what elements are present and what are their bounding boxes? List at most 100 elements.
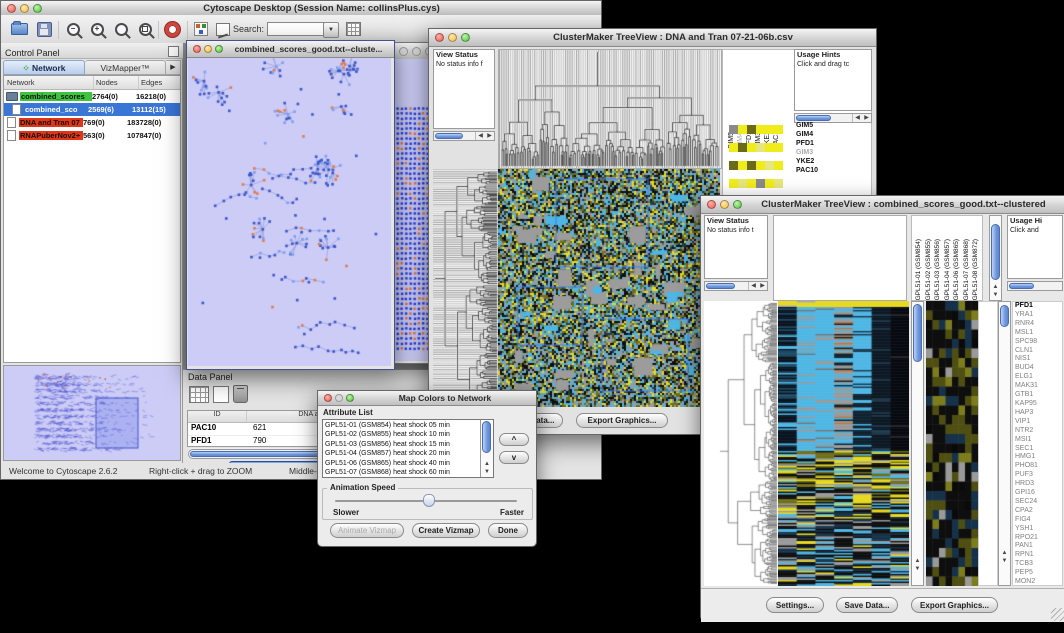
- minimize-icon[interactable]: [204, 45, 212, 53]
- tab-network[interactable]: ⁘ Network: [3, 60, 85, 75]
- id-header[interactable]: ID: [188, 411, 247, 422]
- array-label[interactable]: GPL51-08 (GSM872): [971, 239, 981, 300]
- vscroll-thumb[interactable]: [913, 304, 922, 362]
- minimize-icon[interactable]: [412, 47, 421, 56]
- scroll-right-icon[interactable]: ▶: [862, 114, 871, 122]
- gene-list-item[interactable]: SEC1: [1015, 445, 1062, 454]
- create-vizmap-button[interactable]: Create Vizmap: [412, 523, 480, 538]
- help-lifering-icon[interactable]: [162, 19, 182, 39]
- overview-canvas[interactable]: [4, 366, 180, 460]
- gene-list-item[interactable]: PEP5: [1015, 569, 1062, 578]
- close-icon[interactable]: [7, 4, 16, 13]
- array-label[interactable]: GPL51-06 (GSM865): [952, 239, 962, 300]
- treeview2-titlebar[interactable]: ClusterMaker TreeView : combined_scores_…: [701, 196, 1064, 214]
- scroll-down-icon[interactable]: ▼: [912, 565, 923, 573]
- gene-label[interactable]: GIM3: [796, 148, 818, 157]
- scroll-up-icon[interactable]: ▲: [999, 549, 1010, 557]
- plugin-manager-icon[interactable]: [191, 19, 211, 39]
- attribute-list-item[interactable]: GPL51-03 (GSM856) heat shock 15 min: [325, 440, 491, 449]
- tab-vizmapper[interactable]: VizMapper™: [85, 60, 166, 75]
- array-label[interactable]: GPL51-03 (GSM856): [933, 239, 943, 300]
- tv2-heatmap[interactable]: [778, 301, 909, 586]
- zoom-selected-icon[interactable]: [135, 19, 155, 39]
- gene-list-item[interactable]: YRA1: [1015, 311, 1062, 320]
- dialog-titlebar[interactable]: Map Colors to Network: [318, 391, 536, 406]
- gene-list-item[interactable]: RPO21: [1015, 534, 1062, 543]
- attribute-list-item[interactable]: GPL51-04 (GSM857) heat shock 20 min: [325, 449, 491, 458]
- zoom-window-icon[interactable]: [215, 45, 223, 53]
- attr-select-icon[interactable]: [189, 386, 209, 403]
- minimize-icon[interactable]: [720, 200, 729, 209]
- tv1-status-hscrollbar[interactable]: ◀▶: [433, 131, 495, 141]
- resize-grip[interactable]: [1051, 608, 1064, 621]
- network-table-row[interactable]: combined_scores2764(0)16218(0): [4, 90, 180, 103]
- gene-list-item[interactable]: TCB3: [1015, 560, 1062, 569]
- gene-list-item[interactable]: HRD3: [1015, 480, 1062, 489]
- vscroll-thumb[interactable]: [991, 224, 1000, 280]
- tv2-genelist-vscrollbar[interactable]: ▲ ▼: [998, 301, 1011, 586]
- tv2-export-graphics-button[interactable]: Export Graphics...: [911, 597, 998, 613]
- close-icon[interactable]: [193, 45, 201, 53]
- tv2-heatmap-vscrollbar[interactable]: ▲ ▼: [911, 301, 924, 586]
- network-table-row[interactable]: RNAPuberNov2+563(0)107847(0): [4, 129, 180, 142]
- gene-list-item[interactable]: RNR4: [1015, 320, 1062, 329]
- scroll-down-icon[interactable]: ▼: [999, 557, 1010, 565]
- tv1-heatmap[interactable]: [498, 169, 720, 407]
- zoom-window-icon[interactable]: [346, 394, 354, 402]
- move-down-button[interactable]: v: [499, 451, 529, 464]
- gene-list-item[interactable]: NTR2: [1015, 427, 1062, 436]
- col-edges[interactable]: Edges: [139, 76, 180, 89]
- search-dropdown-arrow-icon[interactable]: ▼: [323, 22, 339, 38]
- float-panel-icon[interactable]: [168, 46, 179, 57]
- treeview1-titlebar[interactable]: ClusterMaker TreeView : DNA and Tran 07-…: [429, 29, 876, 47]
- gene-list-item[interactable]: MSI1: [1015, 436, 1062, 445]
- gene-list-item[interactable]: SPC98: [1015, 338, 1062, 347]
- attribute-list-item[interactable]: GPL51-02 (GSM855) heat shock 10 min: [325, 430, 491, 439]
- gene-list-item[interactable]: FIG4: [1015, 516, 1062, 525]
- network1-titlebar[interactable]: combined_scores_good.txt--cluste...: [187, 41, 394, 58]
- attribute-list-item[interactable]: GPL51-07 (GSM868) heat shock 60 min: [325, 468, 491, 477]
- animate-vizmap-button[interactable]: Animate Vizmap: [330, 523, 404, 538]
- network1-canvas[interactable]: [188, 58, 391, 366]
- scroll-right-icon[interactable]: ▶: [758, 282, 767, 290]
- gene-list-item[interactable]: GTB1: [1015, 391, 1062, 400]
- array-label[interactable]: GPL51-01 (GSM854): [914, 239, 924, 300]
- gene-list-item[interactable]: HAP3: [1015, 409, 1062, 418]
- scroll-right-icon[interactable]: ▶: [485, 132, 494, 140]
- gene-list-item[interactable]: RPN1: [1015, 551, 1062, 560]
- scroll-up-icon[interactable]: ▲: [481, 460, 493, 468]
- col-nodes[interactable]: Nodes: [94, 76, 139, 89]
- gene-list-item[interactable]: NIS1: [1015, 355, 1062, 364]
- array-label[interactable]: GPL51-02 (GSM855): [924, 239, 934, 300]
- zoom-window-icon[interactable]: [33, 4, 42, 13]
- network-table-row[interactable]: DNA and Tran 07769(0)183728(0): [4, 116, 180, 129]
- gene-list-item[interactable]: YSH1: [1015, 525, 1062, 534]
- gene-list-item[interactable]: SEC24: [1015, 498, 1062, 507]
- hscroll-thumb[interactable]: [1009, 283, 1034, 289]
- tv1-row-dendrogram[interactable]: [433, 169, 498, 407]
- speed-slider-thumb[interactable]: [423, 494, 435, 507]
- attribute-list-item[interactable]: GPL51-01 (GSM854) heat shock 05 min: [325, 421, 491, 430]
- attribute-list-item[interactable]: GPL51-06 (GSM865) heat shock 40 min: [325, 459, 491, 468]
- scroll-up-icon[interactable]: ▲: [912, 557, 923, 565]
- tv1-column-dendrogram[interactable]: [498, 49, 722, 169]
- configure-search-icon[interactable]: [343, 19, 363, 39]
- close-icon[interactable]: [399, 47, 408, 56]
- gene-list-item[interactable]: PHO81: [1015, 462, 1062, 471]
- close-icon[interactable]: [707, 200, 716, 209]
- scroll-left-icon[interactable]: ◀: [853, 114, 862, 122]
- scroll-down-icon[interactable]: ▼: [990, 291, 1001, 299]
- tv2-selected-genes-heatmap[interactable]: [926, 301, 978, 586]
- gene-list-item[interactable]: HMG1: [1015, 453, 1062, 462]
- close-icon[interactable]: [435, 33, 444, 42]
- network-overview-panel[interactable]: [3, 365, 181, 461]
- gene-list-item[interactable]: CLN1: [1015, 347, 1062, 356]
- gene-list-item[interactable]: PAN1: [1015, 542, 1062, 551]
- vscroll-thumb[interactable]: [1000, 305, 1009, 327]
- scroll-up-icon[interactable]: ▲: [990, 283, 1001, 291]
- scroll-down-icon[interactable]: ▼: [481, 468, 493, 476]
- scroll-left-icon[interactable]: ◀: [749, 282, 758, 290]
- attr-list-vscrollbar[interactable]: ▲ ▼: [480, 420, 493, 477]
- gene-list-item[interactable]: KAP95: [1015, 400, 1062, 409]
- gene-list-item[interactable]: BUD4: [1015, 364, 1062, 373]
